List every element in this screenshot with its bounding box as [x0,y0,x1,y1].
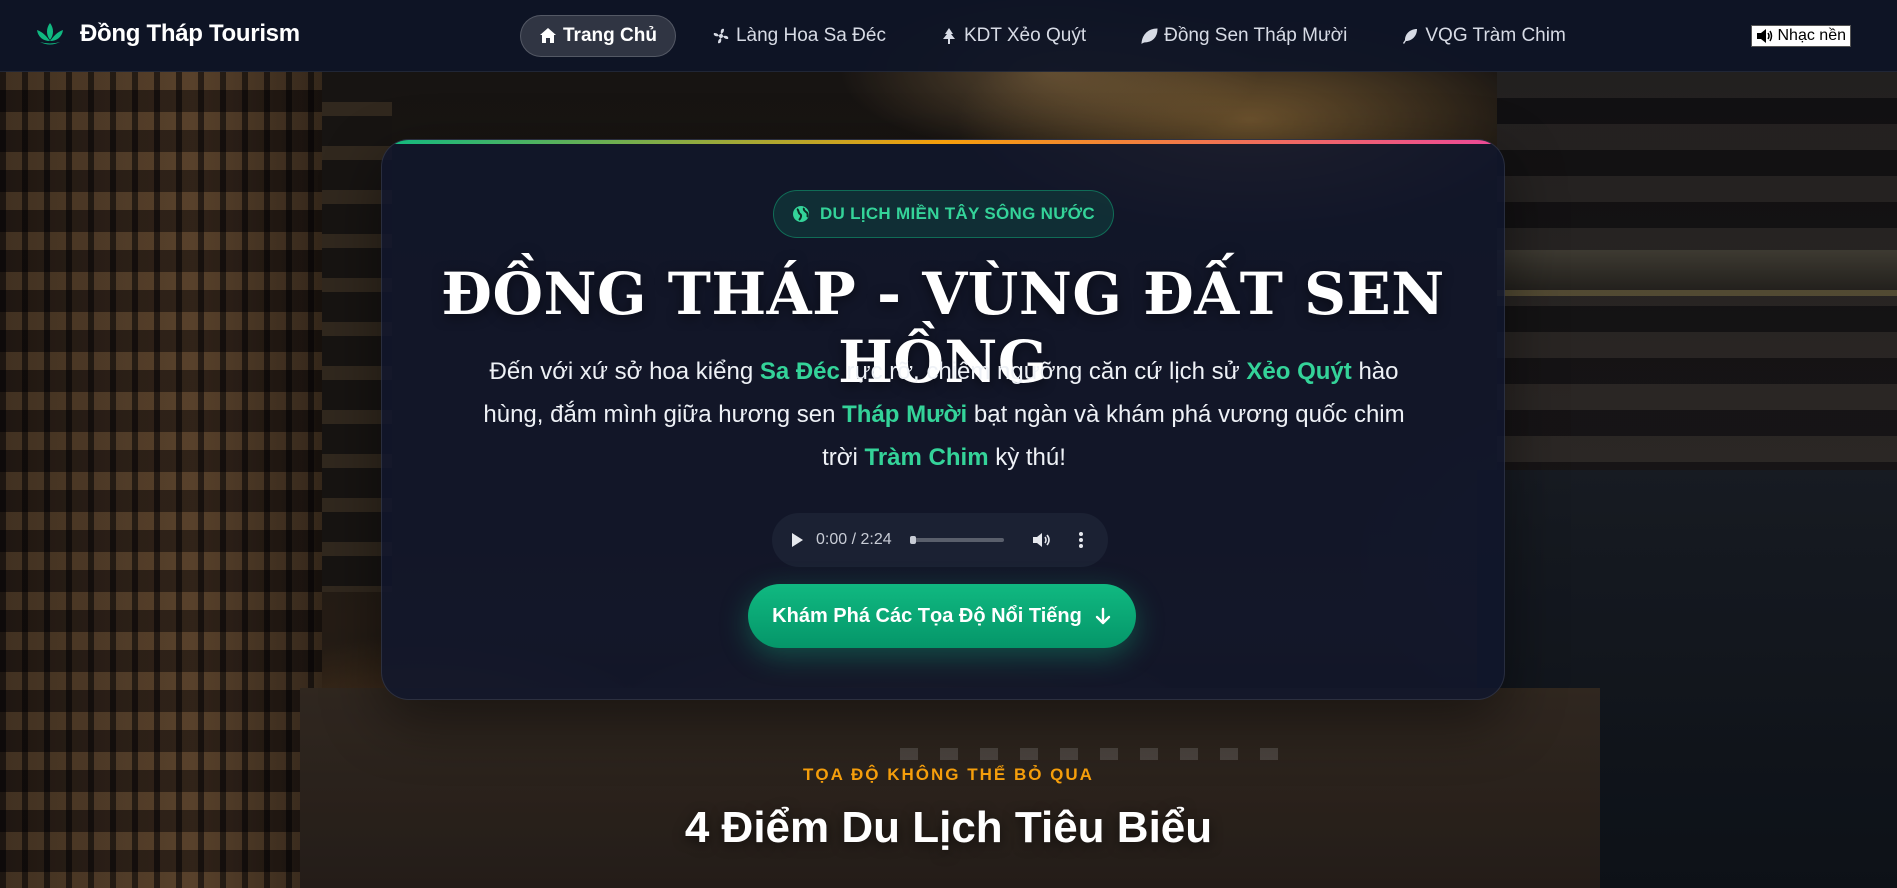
nav-item-dong-sen-thap-muoi[interactable]: Đồng Sen Tháp Mười [1122,15,1365,57]
more-options-icon[interactable] [1078,531,1084,549]
hero-card: DU LỊCH MIỀN TÂY SÔNG NƯỚC ĐỒNG THÁP - V… [381,139,1505,700]
volume-icon[interactable] [1032,531,1052,549]
play-icon[interactable] [790,532,804,548]
nav-item-trang-chu[interactable]: Trang Chủ [520,15,676,57]
hero-desc-text: Đến với xứ sở hoa kiểng [489,358,760,385]
speaker-icon [1756,29,1772,43]
feather-icon [1403,29,1418,44]
section-title: 4 Điểm Du Lịch Tiêu Biểu [684,803,1213,852]
fan-icon [713,28,729,44]
hero-badge: DU LỊCH MIỀN TÂY SÔNG NƯỚC [773,190,1114,238]
nav-item-label: Đồng Sen Tháp Mười [1164,25,1348,46]
tree-icon [942,28,955,44]
audio-time: 0:00 / 2:24 [816,531,892,548]
music-toggle-label: Nhạc nền [1777,27,1847,44]
brand-name: Đồng Tháp Tourism [80,20,300,47]
hero-gradient-bar [382,140,1504,144]
hero-desc-text: kỳ thú! [988,444,1066,471]
navbar: Đồng Tháp Tourism Trang Chủ Làng Hoa Sa … [0,0,1897,72]
hero-description: Đến với xứ sở hoa kiểng Sa Đéc rực rỡ, c… [472,350,1416,479]
explore-button[interactable]: Khám Phá Các Tọa Độ Nổi Tiếng [748,584,1136,648]
leaf-icon [1141,28,1158,44]
highlight-xeo-quyt: Xẻo Quýt [1246,358,1352,385]
nav-item-label: KDT Xẻo Quýt [963,25,1087,46]
highlight-thap-muoi: Tháp Mười [842,401,968,428]
nav-item-kdt-xeo-quyt[interactable]: KDT Xẻo Quýt [922,15,1104,57]
music-toggle-button[interactable]: Nhạc nền [1750,25,1851,47]
arrow-down-icon [1095,607,1111,625]
explore-button-label: Khám Phá Các Tọa Độ Nổi Tiếng [772,604,1082,627]
audio-player: 0:00 / 2:24 [772,513,1108,567]
nav-item-label: Làng Hoa Sa Đéc [735,25,886,46]
hero-desc-text: rực rỡ, chiêm ngưỡng căn cứ lịch sử [839,358,1247,385]
brand[interactable]: Đồng Tháp Tourism [34,20,300,48]
nav-item-vqg-tram-chim[interactable]: VQG Tràm Chim [1383,15,1583,57]
highlight-sa-dec: Sa Đéc [759,358,840,385]
nav-menu: Trang Chủ Làng Hoa Sa Đéc KDT Xẻo Quýt Đ… [520,15,1584,57]
section-kicker: TỌA ĐỘ KHÔNG THỂ BỎ QUA [803,765,1094,784]
nav-item-lang-hoa-sa-dec[interactable]: Làng Hoa Sa Đéc [694,15,904,57]
globe-icon [792,206,809,222]
hero-badge-label: DU LỊCH MIỀN TÂY SÔNG NƯỚC [819,204,1096,223]
nav-item-label: VQG Tràm Chim [1425,25,1566,46]
audio-seek-bar[interactable] [909,536,1004,544]
highlight-tram-chim: Tràm Chim [864,444,989,471]
home-icon [540,28,556,43]
lotus-icon [37,23,63,45]
nav-item-label: Trang Chủ [563,25,657,46]
